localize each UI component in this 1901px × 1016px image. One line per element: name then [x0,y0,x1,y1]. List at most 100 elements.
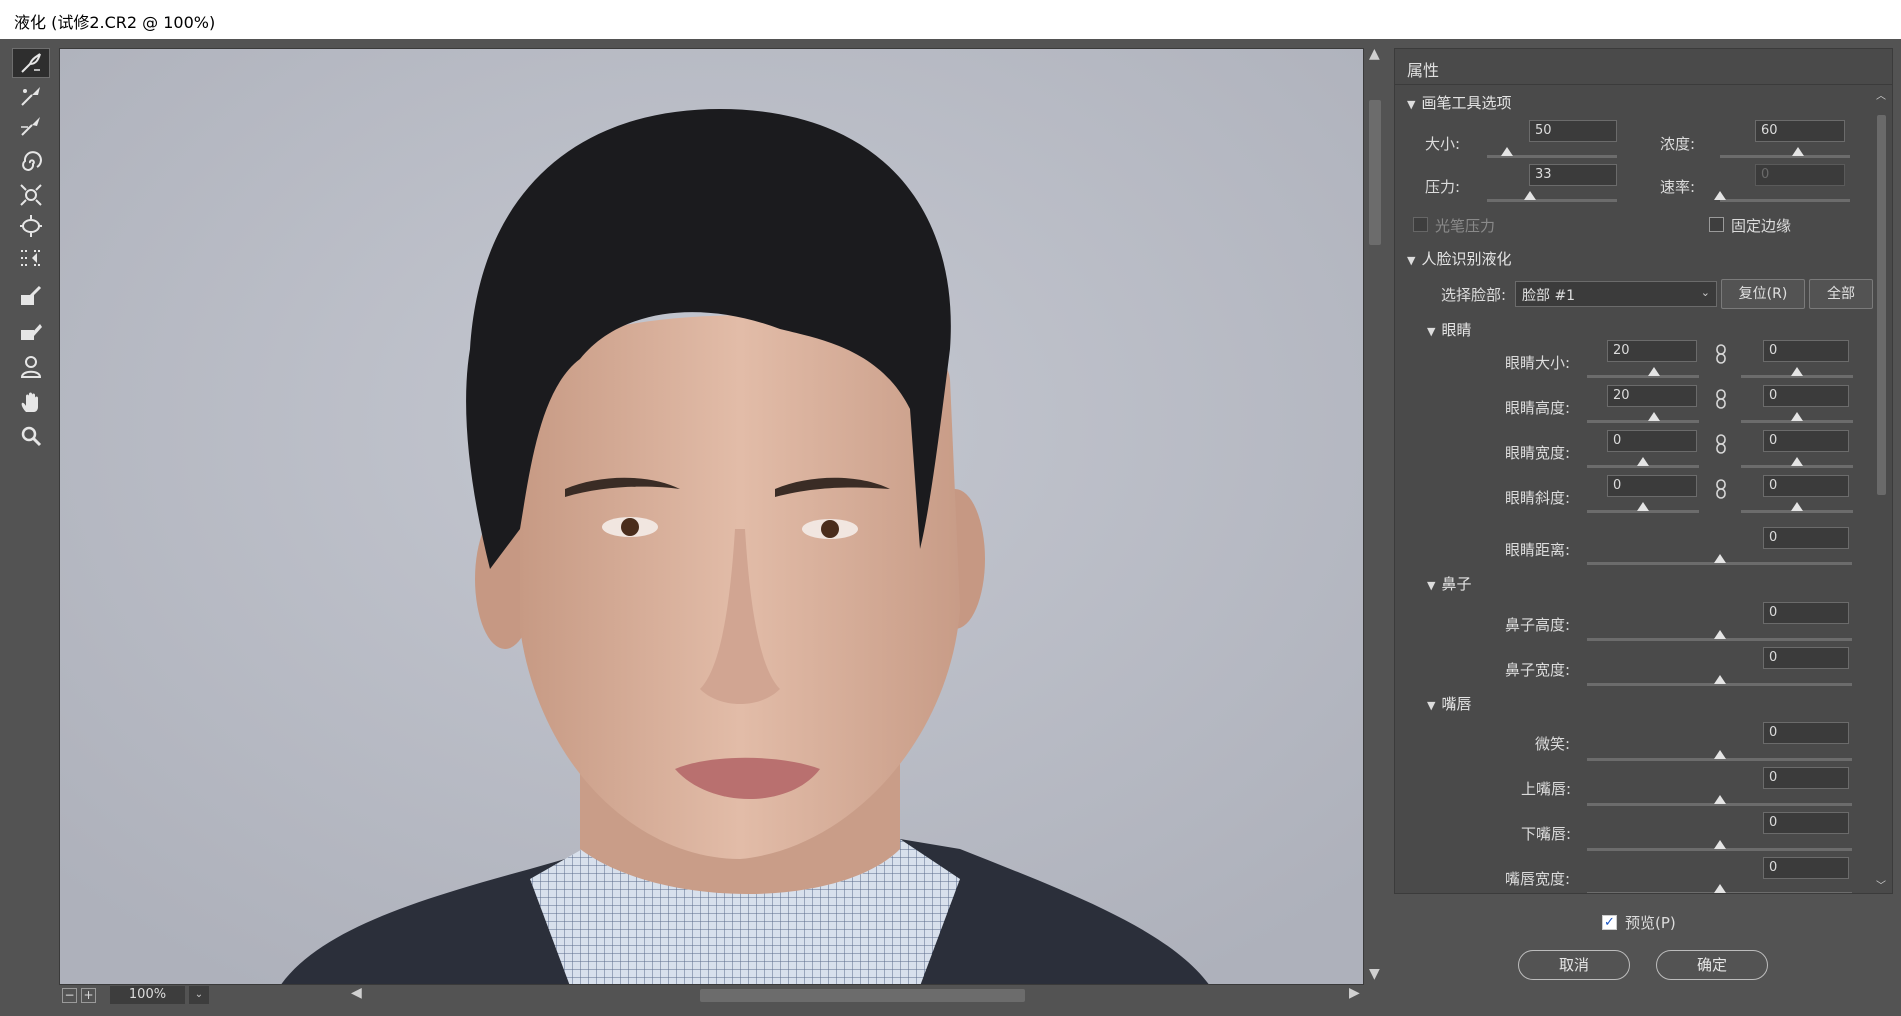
slider-knob[interactable] [1713,840,1726,849]
panel-scroll-thumb[interactable] [1877,115,1886,495]
eye-right-field[interactable]: 0 [1763,430,1849,452]
nose-height-field[interactable]: 0 [1763,602,1849,624]
slider-knob[interactable] [1713,795,1726,804]
image-canvas[interactable] [59,48,1364,985]
eye-left-slider[interactable] [1587,375,1699,378]
eye-left-field[interactable]: 0 [1607,475,1697,497]
lower-lip-field[interactable]: 0 [1763,812,1849,834]
preview-toggle[interactable]: ✓ 预览(P) [1602,912,1676,933]
bloat-tool[interactable] [12,211,50,241]
eye-left-field[interactable]: 0 [1607,430,1697,452]
slider-knob[interactable] [1713,675,1726,684]
brush-size-field[interactable]: 50 [1529,120,1617,142]
cancel-button[interactable]: 取消 [1518,950,1630,980]
mouth-section-header[interactable]: ▼ 嘴唇 [1427,693,1471,714]
scroll-right-arrow-icon[interactable]: ▶ [1349,985,1360,1001]
smile-field[interactable]: 0 [1763,722,1849,744]
pucker-tool[interactable] [12,180,50,210]
slider-knob[interactable] [1648,412,1661,421]
brush-density-slider[interactable] [1720,155,1850,158]
eye-left-slider[interactable] [1587,420,1699,423]
face-tool[interactable] [12,351,50,381]
brush-rate-field[interactable]: 0 [1755,164,1845,186]
stylus-pressure-checkbox[interactable] [1413,217,1428,232]
zoom-dropdown-chevron-icon[interactable]: ⌄ [189,986,209,1004]
link-chain-icon[interactable] [1713,478,1729,500]
slider-knob[interactable] [1791,367,1803,376]
nose-section-header[interactable]: ▼ 鼻子 [1427,573,1471,594]
zoom-out-button[interactable]: − [62,987,77,1003]
collapse-triangle-icon: ▼ [1407,98,1416,111]
reconstruct-tool[interactable] [12,81,50,111]
pin-edges-checkbox[interactable] [1709,217,1724,232]
pin-edges-label: 固定边缘 [1731,217,1792,235]
eye-left-field[interactable]: 20 [1607,385,1697,407]
chevron-down-icon[interactable]: ﹀ [1876,877,1886,892]
mouth-width-field[interactable]: 0 [1763,857,1849,879]
vertical-scroll-thumb[interactable] [1369,100,1381,245]
nose-width-field[interactable]: 0 [1763,647,1849,669]
eye-right-field[interactable]: 0 [1763,385,1849,407]
scroll-left-arrow-icon[interactable]: ◀ [351,985,362,1001]
slider-knob[interactable] [1713,884,1726,893]
brush-options-section-header[interactable]: ▼ 画笔工具选项 [1407,92,1511,113]
brush-pressure-label: 压力: [1425,178,1461,196]
preview-checkbox[interactable]: ✓ [1602,915,1617,930]
brush-pressure-field[interactable]: 33 [1529,164,1617,186]
brush-pressure-slider[interactable] [1487,199,1617,202]
reset-button[interactable]: 复位(R) [1721,279,1805,309]
slider-knob[interactable] [1792,147,1804,156]
smooth-tool[interactable] [12,111,50,141]
push-left-tool[interactable] [12,243,50,273]
canvas-horizontal-scrollbar[interactable]: ◀ ▶ [345,984,1365,1006]
forward-warp-tool[interactable] [12,48,50,78]
slider-knob[interactable] [1637,502,1649,511]
panel-scrollbar[interactable]: ︿ ﹀ [1875,85,1889,893]
horizontal-scroll-thumb[interactable] [700,989,1025,1002]
brush-density-label: 浓度: [1660,135,1696,153]
eye-left-field[interactable]: 20 [1607,340,1697,362]
link-chain-icon[interactable] [1713,433,1729,455]
all-button[interactable]: 全部 [1809,279,1873,309]
zoom-in-button[interactable]: + [81,987,96,1003]
select-face-dropdown[interactable]: 脸部 #1 ⌄ [1515,281,1717,307]
eye-right-field[interactable]: 0 [1763,475,1849,497]
slider-knob[interactable] [1500,147,1513,156]
select-face-label: 选择脸部: [1441,286,1507,304]
slider-knob[interactable] [1791,502,1803,511]
slider-knob[interactable] [1791,457,1803,466]
slider-knob[interactable] [1714,191,1726,200]
twirl-tool[interactable] [12,148,50,178]
thaw-mask-icon [21,324,42,340]
slider-knob[interactable] [1648,367,1661,376]
canvas-vertical-scrollbar[interactable]: ▲ ▼ [1366,46,1384,985]
brush-density-field[interactable]: 60 [1755,120,1845,142]
slider-knob[interactable] [1713,554,1726,563]
slider-knob[interactable] [1713,630,1726,639]
link-chain-icon[interactable] [1713,388,1729,410]
face-aware-section-header[interactable]: ▼ 人脸识别液化 [1407,248,1511,269]
freeze-mask-icon [21,285,42,305]
eye-right-field[interactable]: 0 [1763,340,1849,362]
hand-tool[interactable] [12,388,50,418]
select-face-value: 脸部 #1 [1522,288,1576,304]
brush-options-heading: 画笔工具选项 [1421,94,1512,112]
collapse-triangle-icon: ▼ [1427,325,1436,338]
slider-knob[interactable] [1637,457,1649,466]
slider-knob[interactable] [1791,412,1803,421]
slider-knob[interactable] [1523,191,1536,200]
chevron-up-icon[interactable]: ︿ [1876,87,1886,102]
thaw-mask-tool[interactable] [12,316,50,346]
ok-button[interactable]: 确定 [1656,950,1768,980]
eye-distance-field[interactable]: 0 [1763,527,1849,549]
zoom-tool[interactable] [12,421,50,451]
link-chain-icon[interactable] [1713,343,1729,365]
brush-rate-slider[interactable] [1720,199,1850,202]
freeze-mask-tool[interactable] [12,281,50,311]
eyes-section-header[interactable]: ▼ 眼睛 [1427,319,1471,340]
zoom-level-field[interactable]: 100% [110,986,185,1004]
scroll-down-arrow-icon[interactable]: ▼ [1369,966,1380,982]
upper-lip-field[interactable]: 0 [1763,767,1849,789]
scroll-up-arrow-icon[interactable]: ▲ [1369,46,1380,62]
slider-knob[interactable] [1713,750,1726,759]
